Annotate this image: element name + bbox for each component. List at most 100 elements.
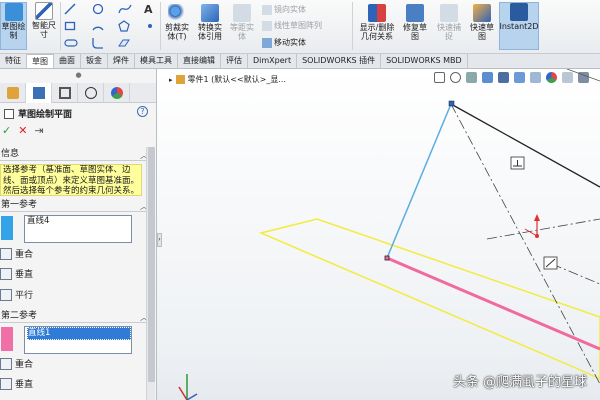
perpendicular-icon [0, 267, 12, 280]
sketch-plane-icon [4, 108, 14, 119]
tab-8[interactable]: DimXpert [248, 54, 298, 68]
first-reference-header[interactable]: 第一参考 ︿ [0, 199, 150, 212]
ok-button[interactable]: ✓ [2, 124, 11, 137]
panel-scrollbar[interactable] [146, 147, 155, 400]
trim-icon [168, 4, 186, 22]
polygon-icon[interactable] [118, 20, 130, 32]
move-entities-button[interactable]: 移动实体 [262, 38, 306, 48]
second-reference-list[interactable]: 直线1 [24, 326, 132, 354]
perpendicular-relation-glyph[interactable] [510, 156, 525, 170]
coincident-relation-2[interactable]: 重合 [0, 357, 33, 370]
configuration-manager-tab[interactable] [52, 83, 78, 103]
construction-line-2[interactable] [486, 218, 600, 240]
quick-snaps-icon [440, 4, 458, 22]
parallel-relation-1[interactable]: 平行 [0, 288, 33, 301]
manager-tabs [0, 83, 156, 103]
command-manager-tabs: 特征 草图 曲面 钣金 焊件 模具工具 直接编辑 评估 DimXpert SOLIDWORKS 插… [0, 54, 600, 69]
appearance-icon [110, 87, 123, 99]
reference-selection-icon [1, 216, 13, 240]
repair-sketch-icon [406, 4, 424, 22]
perpendicular-relation-2[interactable]: 垂直 [0, 377, 33, 390]
perpendicular-relation-1[interactable]: 垂直 [0, 267, 33, 280]
property-manager-icon [32, 87, 45, 99]
construction-line-3[interactable] [551, 263, 600, 285]
message-section-header[interactable]: 信息 ︿ [0, 148, 150, 161]
tab-0[interactable]: 特征 [0, 54, 27, 68]
offset-icon [233, 4, 251, 22]
quick-snaps-button[interactable]: 快速捕 捉 [436, 4, 462, 41]
fillet-icon[interactable] [92, 37, 104, 49]
property-manager-tab[interactable] [26, 83, 52, 103]
panel-scrollbar-thumb[interactable] [148, 147, 155, 382]
first-reference-item[interactable]: 直线4 [27, 216, 49, 226]
endpoint-marker[interactable] [384, 255, 390, 261]
plane-icon[interactable] [118, 37, 130, 49]
first-reference-list[interactable]: 直线4 [24, 215, 132, 243]
tab-2[interactable]: 曲面 [54, 54, 81, 68]
line-4-blue[interactable] [386, 103, 452, 259]
tab-1[interactable]: 草图 [27, 54, 54, 68]
panel-splitter[interactable]: ● [0, 69, 156, 83]
rectangle-icon[interactable] [64, 20, 76, 32]
sketch-geometry [178, 69, 600, 400]
spline-icon[interactable] [118, 3, 132, 15]
command-manager-ribbon: 草图绘 制 智能尺 寸 A 剪裁实 体(T) 转换实 体引用 等距实 体 镜向实… [0, 0, 600, 54]
exit-sketch-button[interactable]: 草图绘 制 [0, 2, 27, 50]
crosshair-icon [84, 87, 97, 99]
point-icon[interactable] [144, 20, 156, 32]
graphics-area[interactable]: › ▸ 零件1 (默认<<默认>_显... 头条 @爬满虱子的星球 [157, 69, 600, 400]
coincident-relation-glyph[interactable] [543, 256, 558, 270]
tab-3[interactable]: 钣金 [81, 54, 108, 68]
sketch-tools-grid: A [64, 3, 160, 51]
display-delete-relations-button[interactable]: 显示/删除 几何关系 [354, 4, 400, 41]
slot-icon[interactable] [64, 37, 78, 49]
feature-tree-icon [6, 87, 19, 99]
tab-6[interactable]: 直接编辑 [178, 54, 221, 68]
sketch-icon [4, 3, 23, 21]
triad-axis [178, 374, 198, 400]
line-1-pink[interactable] [386, 256, 600, 351]
move-icon [262, 38, 272, 48]
linear-pattern-button[interactable]: 线性草图阵列 [262, 21, 322, 31]
second-reference-header[interactable]: 第二参考 ︿ [0, 310, 150, 323]
instant2d-button[interactable]: Instant2D [499, 2, 539, 50]
dimxpert-manager-tab[interactable] [78, 83, 104, 103]
endpoint-marker[interactable] [448, 100, 455, 107]
second-reference-item[interactable]: 直线1 [27, 327, 131, 340]
cancel-button[interactable]: ✕ [18, 124, 27, 137]
pin-button[interactable]: ⇥ [34, 124, 43, 137]
repair-sketch-button[interactable]: 修复草 图 [402, 4, 428, 41]
display-manager-tab[interactable] [104, 83, 130, 103]
tab-10[interactable]: SOLIDWORKS MBD [381, 54, 468, 68]
trim-entities-button[interactable]: 剪裁实 体(T) [162, 4, 192, 41]
tab-4[interactable]: 焊件 [108, 54, 135, 68]
offset-entities-button[interactable]: 等距实 体 [228, 4, 256, 41]
help-button[interactable]: ? [137, 106, 148, 117]
feature-manager-tab[interactable] [0, 83, 26, 103]
relations-icon [368, 4, 386, 22]
mirror-icon [262, 5, 272, 15]
arc-icon[interactable] [92, 20, 104, 32]
property-manager-title: 草图绘制平面 [4, 107, 72, 120]
sketch-plane-outline[interactable] [258, 218, 600, 380]
rapid-sketch-button[interactable]: 快速草 图 [468, 4, 496, 41]
tab-5[interactable]: 模具工具 [135, 54, 178, 68]
perpendicular-icon [0, 377, 12, 390]
smart-dimension-button[interactable]: 智能尺 寸 [30, 2, 58, 50]
tab-9[interactable]: SOLIDWORKS 插件 [297, 54, 382, 68]
convert-entities-button[interactable]: 转换实 体引用 [194, 4, 226, 41]
circle-icon[interactable] [92, 3, 104, 15]
tab-7[interactable]: 评估 [221, 54, 248, 68]
rapid-sketch-icon [473, 4, 491, 22]
instant2d-icon [510, 3, 528, 21]
line-icon[interactable] [64, 3, 76, 15]
watermark: 头条 @爬满虱子的星球 [452, 375, 587, 390]
origin-edge [566, 69, 600, 82]
black-edge-line[interactable] [450, 103, 600, 188]
coincident-relation-1[interactable]: 重合 [0, 247, 33, 260]
text-icon[interactable]: A [144, 3, 156, 16]
mirror-entities-button[interactable]: 镜向实体 [262, 5, 306, 15]
configuration-icon [58, 87, 71, 99]
linear-pattern-icon [262, 21, 272, 31]
plane-origin-arrows [524, 214, 540, 238]
